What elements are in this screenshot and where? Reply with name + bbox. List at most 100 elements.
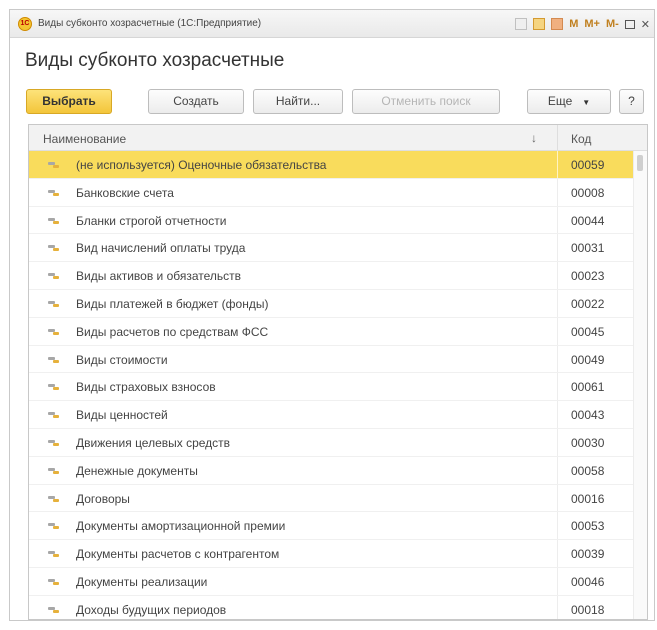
table-row[interactable]: Движения целевых средств 00030	[29, 428, 634, 457]
subconto-type-icon	[48, 412, 59, 419]
scrollbar-thumb[interactable]	[637, 155, 643, 171]
column-header-code[interactable]: Код	[571, 132, 591, 146]
row-code: 00046	[571, 574, 605, 589]
column-divider	[557, 428, 558, 456]
column-divider	[557, 345, 558, 373]
memory-minus-button[interactable]: M-	[606, 18, 619, 30]
subconto-type-icon	[48, 217, 59, 224]
subconto-type-icon	[48, 273, 59, 280]
1c-logo-icon[interactable]: 1С	[18, 17, 32, 31]
calculator-icon[interactable]	[551, 18, 564, 30]
table-header: Наименование ↓ Код	[29, 125, 647, 151]
column-divider	[557, 595, 558, 619]
row-name: Виды стоимости	[76, 352, 168, 367]
column-divider	[557, 234, 558, 262]
table-row[interactable]: Банковские счета 00008	[29, 178, 634, 207]
title-bar: 1С Виды субконто хозрасчетные (1С:Предпр…	[10, 10, 654, 38]
more-button[interactable]: Еще ▼	[527, 89, 611, 114]
row-code: 00058	[571, 463, 605, 478]
row-name: Виды активов и обязательств	[76, 269, 242, 284]
table-row[interactable]: Виды расчетов по средствам ФСС 00045	[29, 317, 634, 346]
table-row[interactable]: Вид начислений оплаты труда 00031	[29, 234, 634, 263]
table-row[interactable]: Доходы будущих периодов 00018	[29, 595, 634, 619]
calendar-icon[interactable]	[533, 18, 546, 30]
table-row[interactable]: Виды платежей в бюджет (фонды) 00022	[29, 289, 634, 318]
row-name: Движения целевых средств	[76, 435, 231, 450]
page-title: Виды субконто хозрасчетные	[25, 50, 285, 71]
maximize-icon[interactable]	[624, 19, 635, 29]
column-divider	[557, 289, 558, 317]
memory-plus-button[interactable]: M+	[584, 18, 600, 30]
subconto-type-icon	[48, 300, 59, 307]
row-code: 00030	[571, 435, 605, 450]
row-name: Документы реализации	[76, 574, 208, 589]
subconto-type-icon	[48, 245, 59, 252]
row-name: Документы расчетов с контрагентом	[76, 547, 280, 562]
table-row[interactable]: Виды стоимости 00049	[29, 345, 634, 374]
table-row[interactable]: Документы реализации 00046	[29, 567, 634, 596]
table-row[interactable]: Денежные документы 00058	[29, 456, 634, 485]
column-divider	[557, 262, 558, 289]
row-name: Денежные документы	[76, 463, 198, 478]
row-code: 00043	[571, 408, 605, 423]
close-icon[interactable]: ✕	[641, 18, 650, 31]
sort-arrow-icon[interactable]: ↓	[531, 131, 537, 145]
column-divider	[557, 125, 558, 151]
row-name: (не используется) Оценочные обязательств…	[76, 158, 327, 172]
table-row[interactable]: Договоры 00016	[29, 484, 634, 513]
row-code: 00044	[571, 213, 605, 228]
row-name: Бланки строгой отчетности	[76, 213, 227, 228]
column-header-name[interactable]: Наименование	[43, 132, 126, 146]
select-button[interactable]: Выбрать	[26, 89, 112, 114]
app-window: 1С Виды субконто хозрасчетные (1С:Предпр…	[9, 9, 655, 621]
title-bar-tools: M M+ M- ✕	[515, 15, 650, 33]
column-divider	[557, 373, 558, 401]
create-button[interactable]: Создать	[148, 89, 244, 114]
table-row[interactable]: Документы амортизационной премии 00053	[29, 512, 634, 541]
row-name: Вид начислений оплаты труда	[76, 241, 246, 256]
subconto-type-icon	[48, 328, 59, 335]
grid-icon[interactable]	[515, 18, 528, 30]
cancel-search-button[interactable]: Отменить поиск	[352, 89, 500, 114]
chevron-down-icon: ▼	[582, 98, 591, 107]
row-code: 00059	[571, 158, 605, 172]
help-button[interactable]: ?	[619, 89, 644, 114]
column-divider	[557, 317, 558, 345]
table-row[interactable]: Виды страховых взносов 00061	[29, 373, 634, 402]
table-row[interactable]: Виды активов и обязательств 00023	[29, 262, 634, 290]
row-code: 00022	[571, 296, 605, 311]
column-divider	[557, 178, 558, 206]
column-divider	[557, 401, 558, 428]
row-code: 00049	[571, 352, 605, 367]
column-divider	[557, 206, 558, 234]
table-row[interactable]: Бланки строгой отчетности 00044	[29, 206, 634, 235]
row-name: Виды страховых взносов	[76, 380, 216, 395]
subconto-type-icon	[48, 189, 59, 196]
subconto-type-icon	[48, 523, 59, 530]
row-code: 00045	[571, 324, 605, 339]
table-body: (не используется) Оценочные обязательств…	[29, 151, 634, 619]
memory-m-button[interactable]: M	[569, 18, 578, 30]
catalog-table[interactable]: Наименование ↓ Код (не используется) Оце…	[28, 124, 648, 620]
more-label: Еще	[547, 94, 573, 108]
table-row[interactable]: Документы расчетов с контрагентом 00039	[29, 540, 634, 568]
row-code: 00008	[571, 185, 605, 200]
subconto-type-icon	[48, 606, 59, 613]
subconto-type-icon	[48, 578, 59, 585]
table-row[interactable]: Виды ценностей 00043	[29, 401, 634, 429]
subconto-type-icon	[48, 551, 59, 558]
row-code: 00016	[571, 491, 605, 506]
column-divider	[557, 567, 558, 595]
row-name: Виды платежей в бюджет (фонды)	[76, 296, 269, 311]
row-name: Договоры	[76, 491, 130, 506]
row-name: Документы амортизационной премии	[76, 519, 286, 534]
vertical-scrollbar[interactable]	[633, 151, 647, 619]
find-button[interactable]: Найти...	[253, 89, 343, 114]
subconto-type-icon	[48, 467, 59, 474]
subconto-type-icon	[48, 162, 59, 168]
row-code: 00031	[571, 241, 605, 256]
row-code: 00053	[571, 519, 605, 534]
row-code: 00023	[571, 269, 605, 284]
column-divider	[557, 512, 558, 540]
table-row[interactable]: (не используется) Оценочные обязательств…	[29, 151, 634, 179]
